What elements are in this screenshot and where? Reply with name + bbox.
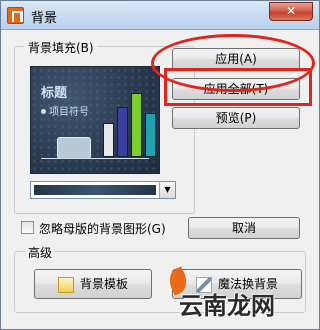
preview-bar	[131, 93, 142, 157]
ignore-master-background-label: 忽略母版的背景图形(G)	[39, 222, 166, 236]
watermark-text: 云南龙网	[179, 292, 275, 320]
annotation-rectangle	[164, 68, 312, 106]
template-icon	[57, 276, 74, 293]
cancel-button[interactable]: 取消	[188, 217, 300, 239]
preview-button[interactable]: 预览(P)	[172, 107, 300, 129]
background-fill-label: 背景填充(B)	[25, 39, 97, 56]
preview-title: 标题	[41, 86, 68, 101]
advanced-label: 高级	[25, 244, 56, 261]
preview-shape	[57, 137, 91, 159]
background-preview: 标题 项目符号	[30, 66, 160, 174]
background-template-button[interactable]: 背景模板	[34, 269, 152, 299]
preview-bar	[145, 113, 156, 157]
app-icon	[7, 7, 24, 24]
preview-bar	[117, 107, 128, 157]
dialog-title: 背景	[31, 11, 58, 26]
dropdown-selected-swatch	[34, 185, 156, 195]
background-template-label: 背景模板	[79, 277, 128, 291]
ignore-master-background-checkbox[interactable]	[21, 221, 34, 234]
preview-baseline	[41, 158, 149, 159]
preview-bullet: 项目符号	[41, 103, 89, 118]
close-button[interactable]: ✕	[269, 2, 313, 21]
preview-bar	[103, 123, 114, 157]
background-fill-dropdown[interactable]: ▼	[30, 181, 176, 199]
title-bar: 背景 ✕	[1, 1, 319, 30]
chevron-down-icon[interactable]: ▼	[159, 182, 175, 198]
background-dialog: 背景 ✕ 背景填充(B) 标题 项目符号 ▼ 应用(A) 应用全部(T) 预览(…	[0, 0, 320, 330]
